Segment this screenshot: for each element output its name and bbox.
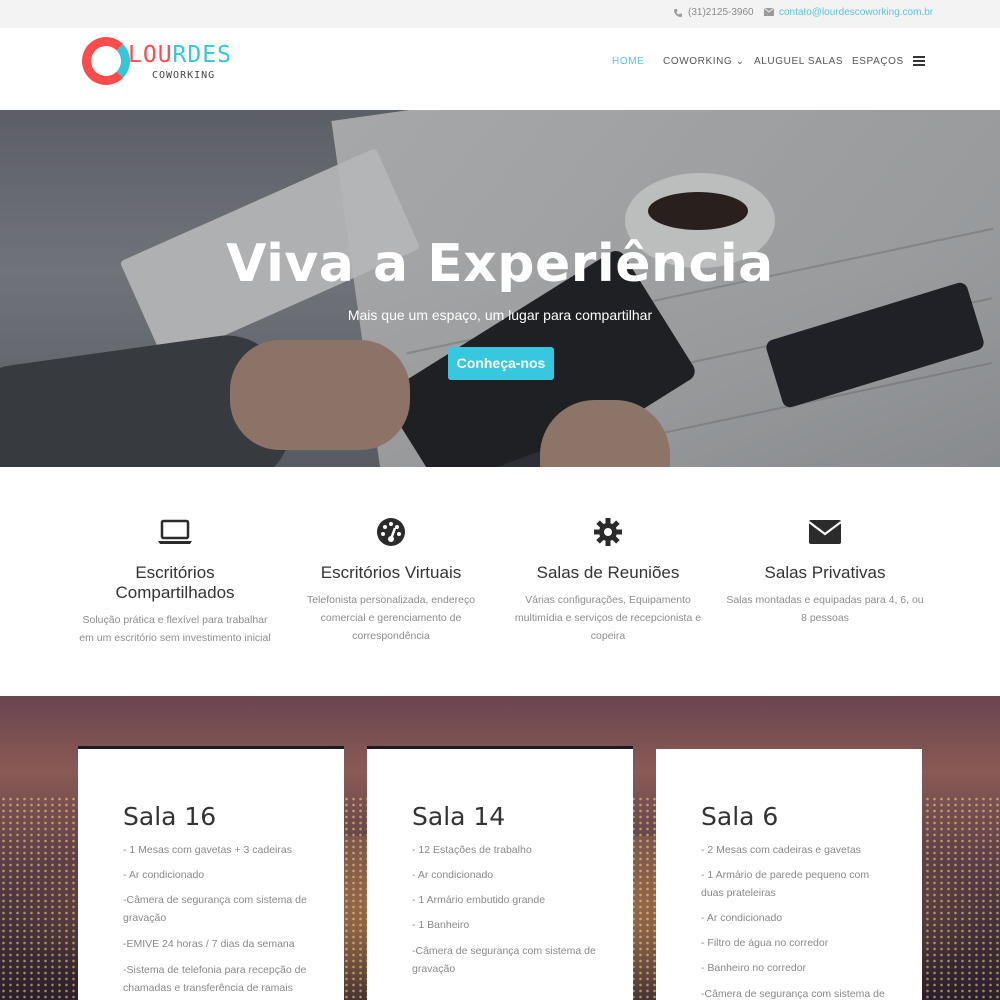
list-item: -Câmera de segurança com sistema de grav… xyxy=(123,894,307,924)
envelope-icon xyxy=(763,7,775,18)
list-item: - 1 Mesas com gavetas + 3 cadeiras xyxy=(123,844,292,856)
service-title: Salas Privativas xyxy=(764,563,886,582)
service-title: Escritórios Virtuais xyxy=(320,563,462,582)
hero-title: Viva a Experiência xyxy=(226,234,774,294)
service-description: Solução prática e flexível para trabalha… xyxy=(79,614,271,644)
list-item: - 1 Banheiro xyxy=(412,919,470,931)
list-item: -EMIVE 24 horas / 7 dias da semana xyxy=(123,938,295,950)
phone-icon xyxy=(673,8,683,18)
list-item: -Câmera de segurança com sistema de grav… xyxy=(412,945,596,975)
contact-phone: (31)2125-3960 xyxy=(673,7,754,18)
phone-number[interactable]: (31)2125-3960 xyxy=(688,7,754,18)
room-card-sala-14[interactable]: Sala 14 - 12 Estações de trabalho - Ar c… xyxy=(367,746,633,1000)
list-item: - 2 Mesas com cadeiras e gavetas xyxy=(701,844,861,856)
hero-tagline: Mais que um espaço, um lugar para compar… xyxy=(347,307,653,323)
email-link[interactable]: contato@lourdescoworking.com.br xyxy=(779,7,933,18)
services-section: Escritórios Compartilhados Solução práti… xyxy=(0,467,1000,696)
nav-coworking[interactable]: COWORKING ⌄ xyxy=(663,56,745,67)
list-item: - 12 Estações de trabalho xyxy=(412,844,532,856)
top-contact-bar: (31)2125-3960 contato@lourdescoworking.c… xyxy=(0,0,1000,28)
list-item: -Câmera de segurança com sistema de grav… xyxy=(701,988,885,1000)
laptop-icon xyxy=(155,517,195,547)
room-title: Sala 16 xyxy=(123,802,217,831)
service-description: Telefonista personalizada, endereço come… xyxy=(306,594,476,642)
room-features-list: - 12 Estações de trabalho - Ar condicion… xyxy=(412,841,597,985)
site-logo[interactable]: LOURDES COWORKING xyxy=(82,37,231,87)
room-title: Sala 6 xyxy=(701,802,779,831)
room-features-list: - 1 Mesas com gavetas + 3 cadeiras - Ar … xyxy=(123,841,308,1000)
conheca-nos-button[interactable]: Conheça-nos xyxy=(448,347,554,380)
site-header: LOURDES COWORKING HOME COWORKING ⌄ ALUGU… xyxy=(0,28,1000,110)
dashboard-icon xyxy=(371,517,411,547)
envelope-icon xyxy=(805,517,845,547)
room-title: Sala 14 xyxy=(412,802,506,831)
service-meeting-rooms[interactable]: Salas de Reuniões Várias configurações, … xyxy=(508,517,708,645)
list-item: - Filtro de água no corredor xyxy=(701,937,829,949)
gear-icon xyxy=(588,517,628,547)
logo-wordmark: LOURDES xyxy=(128,42,232,68)
service-title: Salas de Reuniões xyxy=(536,563,680,582)
nav-home[interactable]: HOME xyxy=(612,56,644,67)
service-title: Escritórios Compartilhados xyxy=(115,563,235,602)
service-shared-offices[interactable]: Escritórios Compartilhados Solução práti… xyxy=(75,517,275,647)
nav-aluguel-salas[interactable]: ALUGUEL SALAS xyxy=(754,56,843,67)
service-description: Salas montadas e equipadas para 4, 6, ou… xyxy=(726,594,924,624)
contact-email: contato@lourdescoworking.com.br xyxy=(763,7,933,18)
room-features-list: - 2 Mesas com cadeiras e gavetas - 1 Arm… xyxy=(701,841,886,1000)
service-description: Várias configurações, Equipamento multim… xyxy=(514,594,702,642)
service-private-rooms[interactable]: Salas Privativas Salas montadas e equipa… xyxy=(725,517,925,627)
hamburger-menu-icon[interactable] xyxy=(913,56,925,66)
rooms-section: Sala 16 - 1 Mesas com gavetas + 3 cadeir… xyxy=(0,696,1000,1000)
hero-banner: Viva a Experiência Mais que um espaço, u… xyxy=(0,110,1000,467)
list-item: - Ar condicionado xyxy=(701,912,783,924)
list-item: -Sistema de telefonia para recepção de c… xyxy=(123,964,307,994)
list-item: - 1 Armário embutido grande xyxy=(412,894,546,906)
logo-subtitle: COWORKING xyxy=(152,70,216,81)
nav-espacos[interactable]: ESPAÇOS xyxy=(852,56,904,67)
list-item: - 1 Armário de parede pequeno com duas p… xyxy=(701,869,870,899)
list-item: - Ar condicionado xyxy=(412,869,494,881)
list-item: - Ar condicionado xyxy=(123,869,205,881)
list-item: - Banheiro no corredor xyxy=(701,962,807,974)
room-card-sala-16[interactable]: Sala 16 - 1 Mesas com gavetas + 3 cadeir… xyxy=(78,746,344,1000)
service-virtual-offices[interactable]: Escritórios Virtuais Telefonista persona… xyxy=(291,517,491,645)
room-card-sala-6[interactable]: Sala 6 - 2 Mesas com cadeiras e gavetas … xyxy=(656,749,922,1000)
logo-ring xyxy=(82,37,130,85)
